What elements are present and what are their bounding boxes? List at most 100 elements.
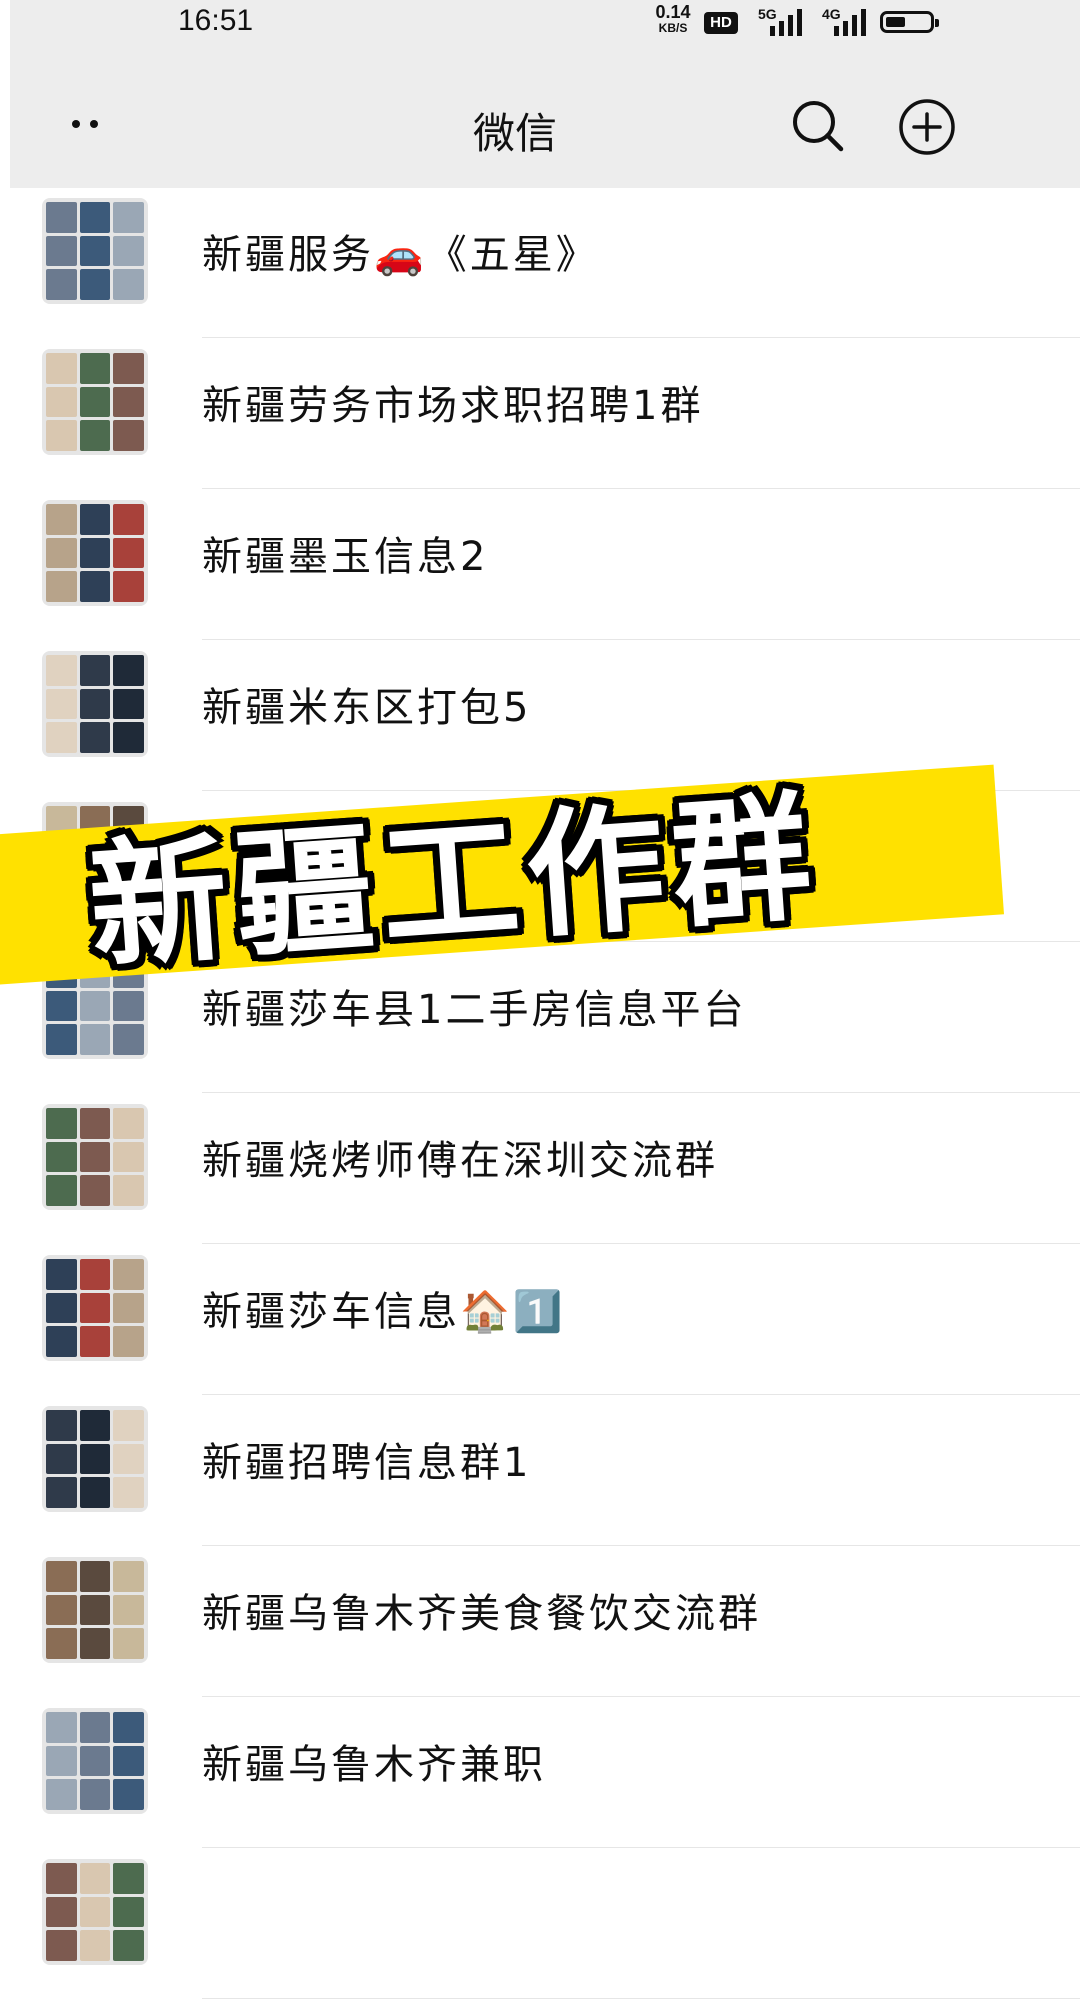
member-thumbnail [46, 571, 77, 602]
member-thumbnail [113, 504, 144, 535]
member-thumbnail [113, 1024, 144, 1055]
member-thumbnail [79, 202, 111, 233]
chat-list-item[interactable]: 新疆乌鲁木齐兼职 [0, 1698, 1080, 1848]
nav-header: 微信 [10, 62, 1080, 188]
search-icon[interactable] [790, 98, 846, 154]
member-thumbnail [113, 1141, 144, 1173]
member-thumbnail [79, 1779, 111, 1810]
member-thumbnail [113, 1779, 144, 1810]
member-thumbnail [46, 1443, 77, 1475]
chat-list-item[interactable]: 新疆招聘信息群1 [0, 1396, 1080, 1546]
chat-list-item[interactable]: 新疆莎车信息🏠1️⃣ [0, 1245, 1080, 1395]
battery-icon [880, 11, 939, 33]
add-circle-icon[interactable] [898, 98, 956, 156]
network-speed-value: 0.14 [655, 2, 691, 22]
member-thumbnail [113, 235, 144, 267]
member-thumbnail [113, 1259, 144, 1290]
member-thumbnail [46, 353, 77, 384]
member-thumbnail [79, 1930, 111, 1961]
member-thumbnail [113, 1628, 144, 1659]
member-thumbnail [79, 420, 111, 451]
member-thumbnail [79, 571, 111, 602]
member-thumbnail [46, 655, 77, 686]
row-divider [202, 1394, 1080, 1395]
chat-list-item[interactable] [0, 1849, 1080, 1999]
member-thumbnail [46, 1561, 77, 1592]
status-time: 16:51 [178, 4, 254, 37]
signal-4g-label: 4G [822, 6, 841, 22]
group-avatar [42, 1104, 148, 1210]
member-thumbnail [113, 1443, 144, 1475]
member-thumbnail [79, 269, 111, 300]
member-thumbnail [113, 537, 144, 569]
member-thumbnail [79, 1259, 111, 1290]
member-thumbnail [113, 688, 144, 720]
member-thumbnail [113, 1108, 144, 1139]
member-thumbnail [113, 202, 144, 233]
member-thumbnail [113, 1594, 144, 1626]
member-thumbnail [79, 1594, 111, 1626]
member-thumbnail [46, 722, 77, 753]
row-divider [202, 639, 1080, 640]
member-thumbnail [46, 1712, 77, 1743]
member-thumbnail [79, 1745, 111, 1777]
chat-list-item[interactable]: 新疆服务🚗《五星》 [0, 188, 1080, 338]
chat-name: 新疆莎车县1二手房信息平台 [202, 987, 747, 1033]
network-speed: 0.14 KB/S [650, 2, 696, 36]
member-thumbnail [113, 1930, 144, 1961]
group-avatar [42, 1708, 148, 1814]
member-thumbnail [46, 1779, 77, 1810]
member-thumbnail [79, 1141, 111, 1173]
group-avatar [42, 1557, 148, 1663]
chat-list-item[interactable]: 新疆乌鲁木齐美食餐饮交流群 [0, 1547, 1080, 1697]
battery-level [886, 17, 905, 27]
member-thumbnail [46, 420, 77, 451]
group-avatar [42, 198, 148, 304]
chat-name: 新疆服务🚗《五星》 [202, 232, 599, 278]
member-thumbnail [46, 1175, 77, 1206]
row-divider [202, 1092, 1080, 1093]
group-avatar [42, 651, 148, 757]
chat-name: 新疆墨玉信息2 [202, 534, 489, 580]
member-thumbnail [113, 1561, 144, 1592]
chat-list-item[interactable]: 新疆墨玉信息2 [0, 490, 1080, 640]
member-thumbnail [113, 1745, 144, 1777]
member-thumbnail [46, 386, 77, 418]
chat-name: 新疆烧烤师傅在深圳交流群 [202, 1138, 718, 1184]
member-thumbnail [113, 420, 144, 451]
hd-voice-badge: HD [704, 12, 738, 34]
chat-name: 新疆乌鲁木齐美食餐饮交流群 [202, 1591, 761, 1637]
member-thumbnail [79, 504, 111, 535]
row-divider [202, 337, 1080, 338]
group-avatar [42, 1406, 148, 1512]
chat-list-item[interactable]: 新疆劳务市场求职招聘1群 [0, 339, 1080, 489]
chat-name: 新疆莎车信息🏠1️⃣ [202, 1289, 566, 1335]
page-title: 微信 [472, 109, 557, 158]
member-thumbnail [46, 1259, 77, 1290]
member-thumbnail [79, 1863, 111, 1894]
row-divider [202, 1545, 1080, 1546]
member-thumbnail [79, 1108, 111, 1139]
status-bar: 16:51 0.14 KB/S HD 5G 4G [10, 0, 1080, 62]
member-thumbnail [79, 1477, 111, 1508]
member-thumbnail [79, 1561, 111, 1592]
member-thumbnail [79, 386, 111, 418]
chat-name: 新疆招聘信息群1 [202, 1440, 532, 1486]
member-thumbnail [46, 1896, 77, 1928]
member-thumbnail [79, 655, 111, 686]
member-thumbnail [113, 386, 144, 418]
member-thumbnail [79, 1326, 111, 1357]
signal-4g-icon: 4G [822, 6, 878, 36]
member-thumbnail [79, 235, 111, 267]
member-thumbnail [79, 353, 111, 384]
chat-name: 新疆乌鲁木齐兼职 [202, 1742, 546, 1788]
member-thumbnail [46, 1477, 77, 1508]
chat-list-item[interactable]: 新疆烧烤师傅在深圳交流群 [0, 1094, 1080, 1244]
member-thumbnail [113, 571, 144, 602]
row-divider [202, 1847, 1080, 1848]
member-thumbnail [113, 1863, 144, 1894]
member-thumbnail [46, 235, 77, 267]
member-thumbnail [46, 1745, 77, 1777]
member-thumbnail [46, 1108, 77, 1139]
member-thumbnail [46, 1292, 77, 1324]
